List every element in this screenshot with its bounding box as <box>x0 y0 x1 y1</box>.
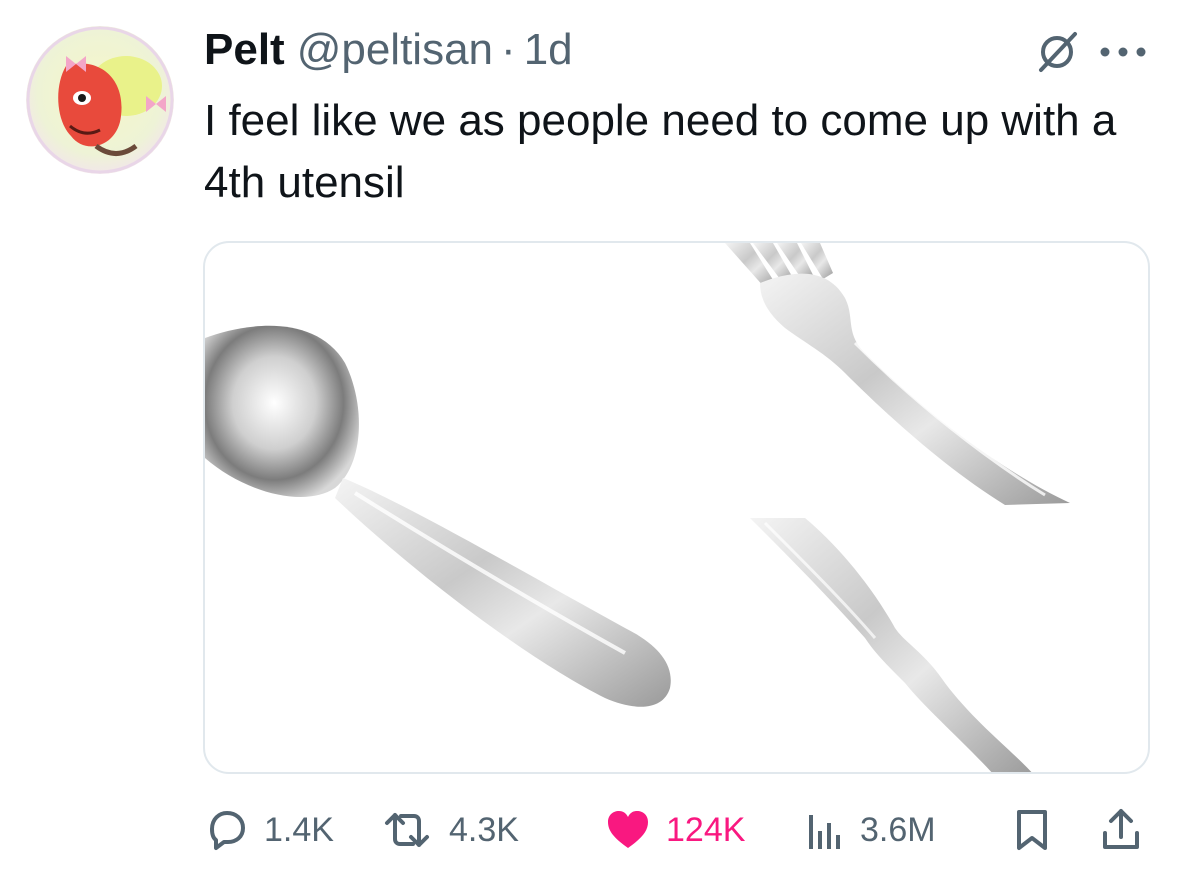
spoon-image <box>205 325 671 707</box>
views-count: 3.6M <box>860 810 936 849</box>
like-count: 124K <box>666 810 746 849</box>
share-icon <box>1103 809 1139 849</box>
tweet-top-controls <box>1035 30 1149 74</box>
knife-image <box>750 518 1032 772</box>
tweet-media[interactable] <box>203 241 1150 774</box>
grok-icon[interactable] <box>1035 30 1079 74</box>
more-icon[interactable] <box>1097 30 1149 74</box>
avatar[interactable] <box>26 26 174 174</box>
repost-button[interactable]: 4.3K <box>379 800 519 860</box>
repost-count: 4.3K <box>449 810 519 849</box>
tweet-text: I feel like we as people need to come up… <box>204 96 1117 207</box>
views-button[interactable]: 3.6M <box>806 800 936 860</box>
separator-dot: · <box>501 25 516 74</box>
like-button[interactable]: 124K <box>604 800 745 860</box>
tweet-actions: 1.4K 4.3K 124K 3.6M <box>204 800 1144 860</box>
reply-button[interactable]: 1.4K <box>204 800 334 860</box>
fork-image <box>725 243 1070 505</box>
bookmark-icon <box>1017 810 1047 850</box>
tweet-timestamp[interactable]: 1d <box>524 25 573 75</box>
media-image <box>205 243 1070 772</box>
like-icon <box>608 811 648 848</box>
repost-icon <box>385 813 429 847</box>
reply-count: 1.4K <box>264 810 334 849</box>
display-name[interactable]: Pelt <box>204 25 285 75</box>
tweet-header: Pelt @peltisan · 1d <box>204 25 573 75</box>
avatar-image <box>26 26 174 174</box>
bookmark-button[interactable] <box>1012 800 1052 860</box>
views-icon <box>809 815 840 849</box>
reply-icon <box>210 811 245 850</box>
share-button[interactable] <box>1100 800 1142 860</box>
user-handle[interactable]: @peltisan <box>297 25 493 75</box>
